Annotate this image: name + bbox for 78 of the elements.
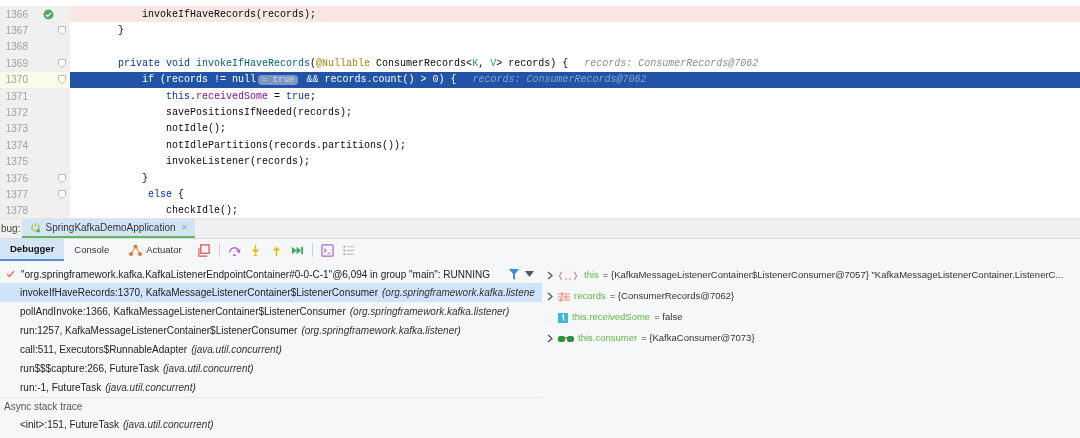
stack-frame[interactable]: pollAndInvoke:1366, KafkaMessageListenerContainer$ListenerConsumer (org.springframework.kafka.listener) bbox=[0, 302, 542, 321]
line-number: 1366 bbox=[4, 7, 28, 22]
frame-package: (java.util.concurrent) bbox=[191, 343, 282, 357]
dropdown-arrow-icon[interactable] bbox=[525, 271, 534, 277]
frame-method: run:-1, FutureTask bbox=[20, 381, 102, 395]
panel-tab[interactable]: Debugger bbox=[0, 239, 65, 261]
stack-frame[interactable]: run:1257, KafkaMessageListenerContainer$ListenerConsumer (org.springframework.kafka.listener) bbox=[0, 321, 542, 340]
parameter-icon bbox=[558, 291, 570, 302]
actuator-icon bbox=[129, 244, 143, 256]
code-text: if (records != null = true && records.count() > 0) { bbox=[141, 73, 457, 87]
filter-icon[interactable] bbox=[509, 268, 519, 280]
power-icon bbox=[30, 222, 42, 233]
inline-value-hint: records: ConsumerRecords@7062 bbox=[472, 73, 647, 88]
frame-package: (java.util.concurrent) bbox=[122, 418, 214, 432]
list-icon[interactable] bbox=[341, 243, 355, 257]
variable-name: this bbox=[584, 268, 599, 283]
code-text: private void invokeIfHaveRecords(@Nullable ConsumerRecords<K, V> records) { bbox=[117, 56, 569, 71]
variable-value: = false bbox=[654, 310, 683, 325]
variable-value: = {ConsumerRecords@7062} bbox=[609, 289, 735, 304]
evaluate-icon[interactable] bbox=[320, 243, 334, 257]
check-mark-icon bbox=[6, 270, 15, 278]
stop-icon[interactable] bbox=[197, 243, 211, 257]
variable-value: = {KafkaConsumer@7073} bbox=[641, 331, 755, 346]
line-number: 1376 bbox=[4, 171, 28, 186]
panel-label: bug: bbox=[1, 222, 21, 236]
frame-method: invokeIfHaveRecords:1370, KafkaMessageListenerContainer$ListenerConsumer bbox=[20, 286, 378, 300]
panel-tab[interactable]: Actuator bbox=[119, 239, 192, 261]
code-text: checkIdle(); bbox=[165, 204, 239, 218]
frame-method: run$$$capture:266, FutureTask bbox=[20, 362, 159, 376]
object-icon bbox=[558, 270, 580, 281]
inline-value-hint: = true bbox=[258, 75, 299, 85]
glasses-icon bbox=[558, 334, 574, 343]
frame-package: (org.springframework.kafka.listener) bbox=[301, 324, 461, 338]
line-number: 1374 bbox=[4, 138, 28, 153]
code-text: } bbox=[141, 171, 148, 186]
code-text: notIdle(); bbox=[165, 122, 227, 137]
thread-selector[interactable]: "org.springframework.kafka.KafkaListenerEndpointContainer#0-0-C-1"@6,094 in group "main": RUNNING bbox=[21, 266, 503, 282]
frame-package: (org.springframework.kafka.listener) bbox=[349, 305, 510, 319]
inline-value-hint: records: ConsumerRecords@7062 bbox=[584, 56, 759, 71]
frame-method: pollAndInvoke:1366, KafkaMessageListenerContainer$ListenerConsumer bbox=[20, 305, 346, 319]
variable-name: this.consumer bbox=[578, 331, 638, 346]
check-icon bbox=[43, 8, 54, 20]
line-number: 1375 bbox=[4, 155, 28, 170]
stack-frame[interactable]: invokeIfHaveRecords:1370, KafkaMessageListenerContainer$ListenerConsumer (org.springframework.kafka.listene bbox=[0, 283, 542, 302]
code-text: invokeListener(records); bbox=[165, 155, 311, 170]
run-tab[interactable]: SpringKafkaDemoApplication × bbox=[22, 219, 196, 238]
async-stack-trace-label: Async stack trace bbox=[4, 400, 83, 414]
code-text: } bbox=[117, 24, 124, 39]
line-number: 1368 bbox=[4, 40, 28, 55]
frame-method: <init>:151, FutureTask bbox=[20, 418, 119, 432]
line-number: 1378 bbox=[4, 204, 28, 218]
fold-icon[interactable] bbox=[58, 26, 66, 36]
code-text: notIdlePartitions(records.partitions()); bbox=[165, 138, 407, 153]
code-text: invokeIfHaveRecords(records); bbox=[141, 7, 317, 22]
variable-name: this.receivedSome bbox=[572, 310, 651, 325]
line-number: 1369 bbox=[4, 56, 28, 71]
line-number: 1373 bbox=[4, 122, 28, 137]
variable-value: = {KafkaMessageListenerContainer$ListenerConsumer@7057} "KafkaMessageListenerContainer.ListenerC... bbox=[602, 268, 1064, 283]
line-number: 1370 bbox=[4, 73, 28, 88]
stack-frame[interactable]: run$$$capture:266, FutureTask (java.util.concurrent) bbox=[0, 359, 542, 378]
code-text: this.receivedSome = true; bbox=[165, 89, 317, 104]
panel-tab[interactable]: Console bbox=[64, 239, 120, 261]
stack-frame[interactable]: call:511, Executors$RunnableAdapter (java.util.concurrent) bbox=[0, 340, 542, 359]
code-text: savePositionsIfNeeded(records); bbox=[165, 106, 353, 121]
line-number: 1371 bbox=[4, 89, 28, 104]
stack-frame[interactable]: <init>:151, FutureTask (java.util.concurrent) bbox=[0, 415, 542, 434]
frame-method: run:1257, KafkaMessageListenerContainer$ListenerConsumer bbox=[20, 324, 298, 338]
frame-method: call:511, Executors$RunnableAdapter bbox=[20, 343, 188, 357]
stack-frame[interactable]: run:-1, FutureTask (java.util.concurrent) bbox=[0, 378, 542, 397]
code-text: else { bbox=[147, 188, 185, 202]
frame-package: (java.util.concurrent) bbox=[105, 381, 196, 395]
variable-name: records bbox=[574, 289, 606, 304]
frame-package: (org.springframework.kafka.listene bbox=[382, 286, 535, 300]
line-number: 1372 bbox=[4, 106, 28, 121]
primitive-icon bbox=[558, 312, 568, 323]
line-number: 1367 bbox=[4, 24, 28, 39]
line-number: 1377 bbox=[4, 188, 28, 202]
frame-package: (java.util.concurrent) bbox=[163, 362, 254, 376]
